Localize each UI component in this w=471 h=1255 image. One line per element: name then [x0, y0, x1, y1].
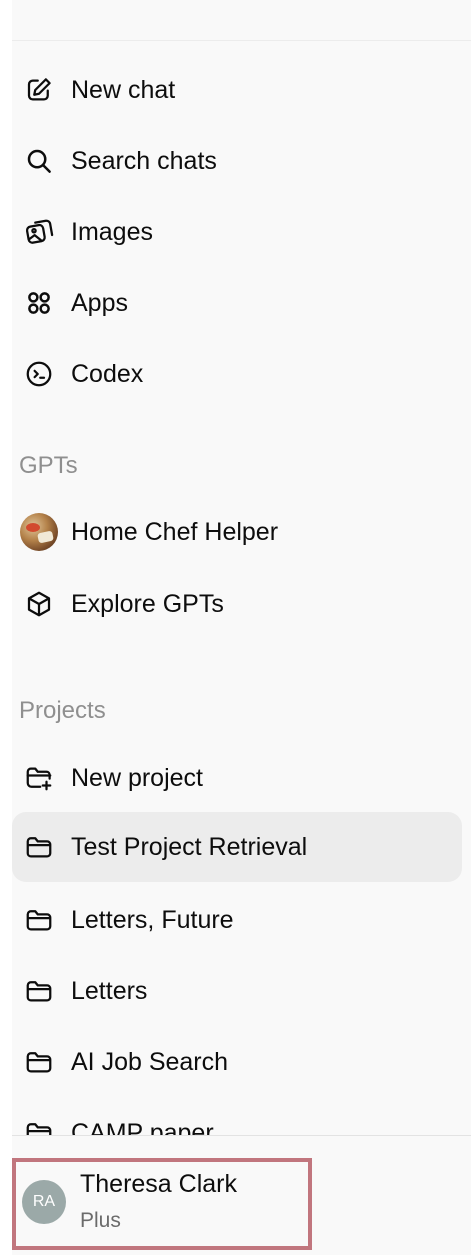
search-chats-button[interactable]: Search chats: [12, 133, 462, 189]
user-profile-button[interactable]: RA Theresa Clark Plus: [12, 1158, 312, 1250]
codex-button[interactable]: Codex: [12, 346, 462, 402]
gpt-home-chef-helper[interactable]: Home Chef Helper: [12, 504, 462, 560]
new-project-button[interactable]: New project: [12, 750, 462, 806]
folder-icon: [20, 901, 58, 939]
folder-icon: [20, 1043, 58, 1081]
projects-heading: Projects: [19, 697, 106, 724]
edit-icon: [20, 71, 58, 109]
sidebar: New chat Search chats Images Apps Codex …: [12, 0, 471, 1255]
user-plan: Plus: [80, 1209, 121, 1232]
apps-label: Apps: [71, 288, 128, 317]
cube-icon: [20, 585, 58, 623]
project-label: Letters, Future: [71, 905, 234, 934]
new-project-label: New project: [71, 763, 203, 792]
search-chats-label: Search chats: [71, 146, 217, 175]
codex-label: Codex: [71, 359, 144, 388]
explore-gpts-button[interactable]: Explore GPTs: [12, 576, 462, 632]
images-icon: [20, 213, 58, 251]
folder-icon: [20, 972, 58, 1010]
project-label: Test Project Retrieval: [71, 832, 308, 861]
bottom-divider: [12, 1135, 471, 1136]
home-chef-avatar-wrapper: [20, 513, 58, 551]
images-label: Images: [71, 217, 153, 246]
home-chef-avatar: [20, 513, 58, 551]
project-label: Letters: [71, 976, 148, 1005]
user-name: Theresa Clark: [80, 1170, 237, 1198]
top-divider: [12, 40, 471, 41]
project-letters[interactable]: Letters: [12, 963, 462, 1019]
new-chat-button[interactable]: New chat: [12, 62, 462, 118]
explore-gpts-label: Explore GPTs: [71, 589, 224, 618]
folder-plus-icon: [20, 759, 58, 797]
project-test-project-retrieval[interactable]: Test Project Retrieval: [12, 812, 462, 882]
apps-button[interactable]: Apps: [12, 275, 462, 331]
images-button[interactable]: Images: [12, 204, 462, 260]
project-label: AI Job Search: [71, 1047, 229, 1076]
apps-icon: [20, 284, 58, 322]
codex-icon: [20, 355, 58, 393]
new-chat-label: New chat: [71, 75, 176, 104]
project-ai-job-search[interactable]: AI Job Search: [12, 1034, 462, 1090]
project-letters-future[interactable]: Letters, Future: [12, 892, 462, 948]
avatar: RA: [22, 1180, 66, 1224]
folder-icon: [20, 828, 58, 866]
gpts-heading: GPTs: [19, 452, 78, 479]
search-icon: [20, 142, 58, 180]
home-chef-helper-label: Home Chef Helper: [71, 517, 279, 546]
